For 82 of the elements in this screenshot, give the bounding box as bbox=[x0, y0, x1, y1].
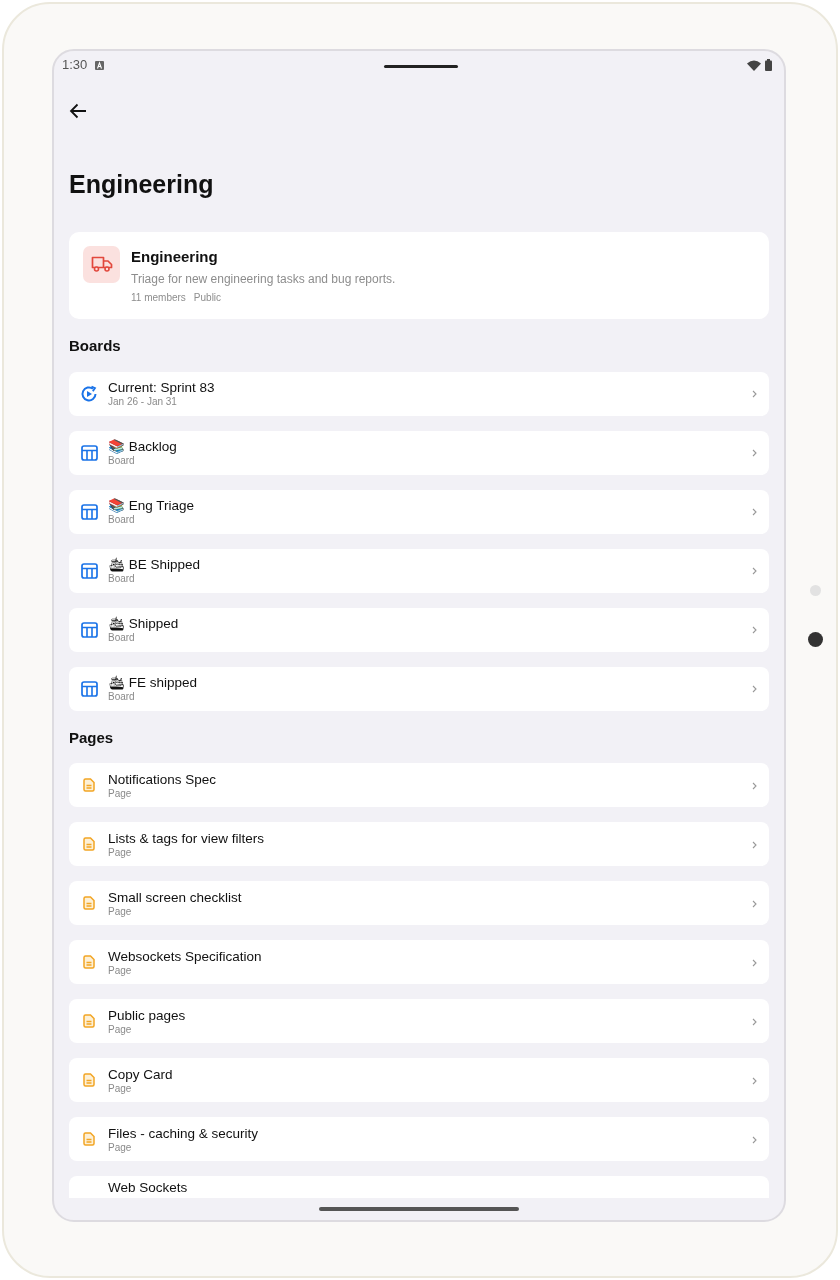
chevron-icon bbox=[752, 1017, 757, 1026]
chevron-icon bbox=[752, 781, 757, 790]
chevron-icon bbox=[752, 685, 757, 694]
document-icon bbox=[83, 1073, 95, 1087]
section-heading: Boards bbox=[69, 336, 122, 356]
row-title: Lists & tags for view filters bbox=[108, 829, 265, 847]
chevron-icon bbox=[752, 567, 757, 576]
back-arrow-icon[interactable] bbox=[69, 103, 87, 119]
row-subtitle: Page bbox=[108, 846, 133, 859]
row-title: Copy Card bbox=[108, 1065, 173, 1083]
list-row[interactable]: Copy Card Page bbox=[69, 1058, 769, 1102]
board-icon bbox=[80, 444, 98, 461]
list-row[interactable]: Files - caching & security Page bbox=[69, 1117, 769, 1161]
document-icon bbox=[83, 1014, 95, 1028]
list-row[interactable]: Notifications Spec Page bbox=[69, 763, 769, 807]
row-subtitle: Page bbox=[108, 905, 133, 918]
list-row[interactable]: 📚 Backlog Board bbox=[69, 430, 769, 475]
sensor-dot bbox=[810, 585, 821, 596]
list-row[interactable]: Current: Sprint 83 Jan 26 - Jan 31 bbox=[69, 371, 769, 416]
chevron-icon bbox=[752, 1076, 757, 1085]
board-icon bbox=[80, 680, 98, 697]
chevron-icon bbox=[752, 899, 757, 908]
row-title: 📚 Eng Triage bbox=[108, 497, 195, 514]
chevron-icon bbox=[752, 958, 757, 967]
row-subtitle: Board bbox=[108, 632, 136, 644]
battery-icon bbox=[765, 59, 772, 71]
document-icon bbox=[83, 896, 95, 910]
row-title: Current: Sprint 83 bbox=[108, 379, 215, 396]
wifi-icon bbox=[747, 59, 761, 71]
chevron-icon bbox=[752, 390, 757, 399]
row-subtitle: Page bbox=[108, 1023, 133, 1036]
list-row[interactable]: Public pages Page bbox=[69, 999, 769, 1043]
chevron-icon bbox=[752, 508, 757, 517]
chevron-icon bbox=[752, 840, 757, 849]
document-icon bbox=[83, 778, 95, 792]
list-row[interactable]: Lists & tags for view filters Page bbox=[69, 822, 769, 866]
row-title: Files - caching & security bbox=[108, 1124, 259, 1142]
status-time: 1:30 bbox=[62, 56, 88, 75]
document-icon bbox=[83, 955, 95, 969]
team-name: Engineering bbox=[131, 246, 219, 267]
row-subtitle: Page bbox=[108, 1082, 133, 1095]
sprint-icon bbox=[80, 384, 98, 403]
list-row[interactable]: Web Sockets bbox=[69, 1176, 769, 1198]
row-subtitle: Page bbox=[108, 964, 133, 977]
member-count: 11 members bbox=[131, 291, 186, 305]
row-title: Websockets Specification bbox=[108, 947, 262, 965]
team-card[interactable]: Engineering Triage for new engineering tasks and bug reports. 11 members Public bbox=[69, 231, 769, 319]
list-row[interactable]: 🛳 Shipped Board bbox=[69, 607, 769, 652]
row-title: Notifications Spec bbox=[108, 770, 217, 788]
chevron-icon bbox=[752, 626, 757, 635]
list-row[interactable]: Websockets Specification Page bbox=[69, 940, 769, 984]
list-row[interactable]: 🛳 FE shipped Board bbox=[69, 666, 769, 711]
page-title: Engineering bbox=[69, 169, 215, 200]
row-subtitle: Board bbox=[108, 573, 136, 585]
row-title: 🛳 Shipped bbox=[108, 615, 179, 632]
row-subtitle: Board bbox=[108, 514, 136, 526]
row-subtitle: Jan 26 - Jan 31 bbox=[108, 396, 178, 408]
board-icon bbox=[80, 503, 98, 520]
row-subtitle: Board bbox=[108, 691, 136, 703]
row-title: Small screen checklist bbox=[108, 888, 242, 906]
row-title: Web Sockets bbox=[108, 1179, 188, 1196]
team-description: Triage for new engineering tasks and bug reports. bbox=[131, 271, 396, 288]
row-title: 🛳 FE shipped bbox=[108, 674, 198, 691]
section-heading: Pages bbox=[69, 727, 115, 748]
list-row[interactable]: Small screen checklist Page bbox=[69, 881, 769, 925]
chevron-icon bbox=[752, 449, 757, 458]
list-row[interactable]: 🛳 BE Shipped Board bbox=[69, 548, 769, 593]
document-icon bbox=[83, 1132, 95, 1146]
truck-icon bbox=[83, 245, 120, 283]
board-icon bbox=[80, 562, 98, 579]
document-icon bbox=[83, 837, 95, 851]
row-title: 🛳 BE Shipped bbox=[108, 556, 201, 573]
row-subtitle: Board bbox=[108, 455, 136, 467]
list-row[interactable]: 📚 Eng Triage Board bbox=[69, 489, 769, 534]
board-icon bbox=[80, 621, 98, 638]
notification-icon bbox=[95, 60, 105, 70]
visibility-label: Public bbox=[193, 291, 222, 305]
row-subtitle: Page bbox=[108, 787, 133, 800]
row-subtitle: Page bbox=[108, 1141, 133, 1154]
row-title: Public pages bbox=[108, 1006, 186, 1024]
row-title: 📚 Backlog bbox=[108, 438, 177, 455]
chevron-icon bbox=[752, 1135, 757, 1144]
